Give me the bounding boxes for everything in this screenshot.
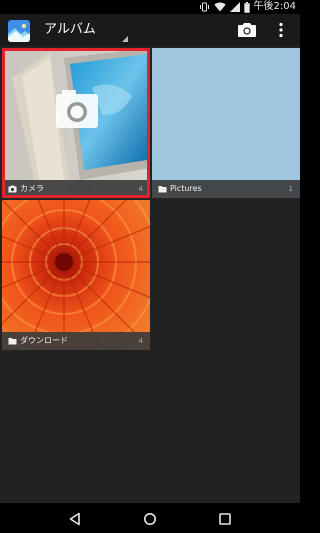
album-label: Pictures — [170, 184, 202, 193]
back-button[interactable] — [68, 511, 82, 526]
album-tile-pictures[interactable]: Pictures 1 — [152, 48, 300, 198]
overflow-menu-button[interactable] — [276, 22, 286, 38]
home-icon — [144, 513, 156, 525]
camera-icon — [8, 185, 17, 193]
camera-icon — [238, 23, 256, 37]
album-caption-download: ダウンロード 4 — [2, 332, 150, 350]
album-count: 1 — [288, 185, 293, 193]
dropdown-indicator-icon — [122, 36, 128, 42]
battery-icon — [243, 1, 250, 13]
wifi-icon — [213, 2, 226, 12]
status-time: 午後2:04 — [253, 1, 296, 12]
camera-button[interactable] — [238, 22, 256, 38]
album-thumbnail-camera — [2, 48, 150, 198]
gallery-app-icon[interactable] — [8, 20, 30, 42]
signal-icon — [229, 2, 240, 12]
album-caption-pictures: Pictures 1 — [152, 180, 300, 198]
album-tile-camera[interactable]: カメラ 4 — [2, 48, 150, 198]
album-view-dropdown[interactable]: アルバム — [38, 14, 130, 46]
album-caption-camera: カメラ 4 — [2, 180, 150, 198]
folder-icon — [158, 186, 167, 193]
recents-button[interactable] — [218, 511, 232, 525]
album-grid: カメラ 4 Pictures 1 ダウンロード 4 — [0, 46, 300, 503]
back-icon — [69, 512, 80, 526]
album-label: カメラ — [20, 184, 44, 193]
album-tile-download[interactable]: ダウンロード 4 — [2, 200, 150, 350]
overflow-menu-icon — [279, 22, 283, 38]
vibrate-icon — [199, 2, 210, 12]
folder-icon — [8, 338, 17, 345]
album-count: 4 — [138, 337, 143, 345]
status-bar: 午後2:04 — [0, 0, 300, 14]
app-bar: アルバム — [0, 14, 300, 46]
app-title: アルバム — [44, 22, 96, 37]
album-thumbnail-pictures — [152, 48, 300, 198]
recents-icon — [219, 513, 231, 525]
album-thumbnail-download — [2, 200, 150, 350]
navigation-bar — [0, 503, 300, 533]
album-count: 4 — [138, 185, 143, 193]
status-icons: 午後2:04 — [199, 1, 296, 13]
home-button[interactable] — [143, 511, 157, 525]
album-label: ダウンロード — [20, 336, 68, 345]
